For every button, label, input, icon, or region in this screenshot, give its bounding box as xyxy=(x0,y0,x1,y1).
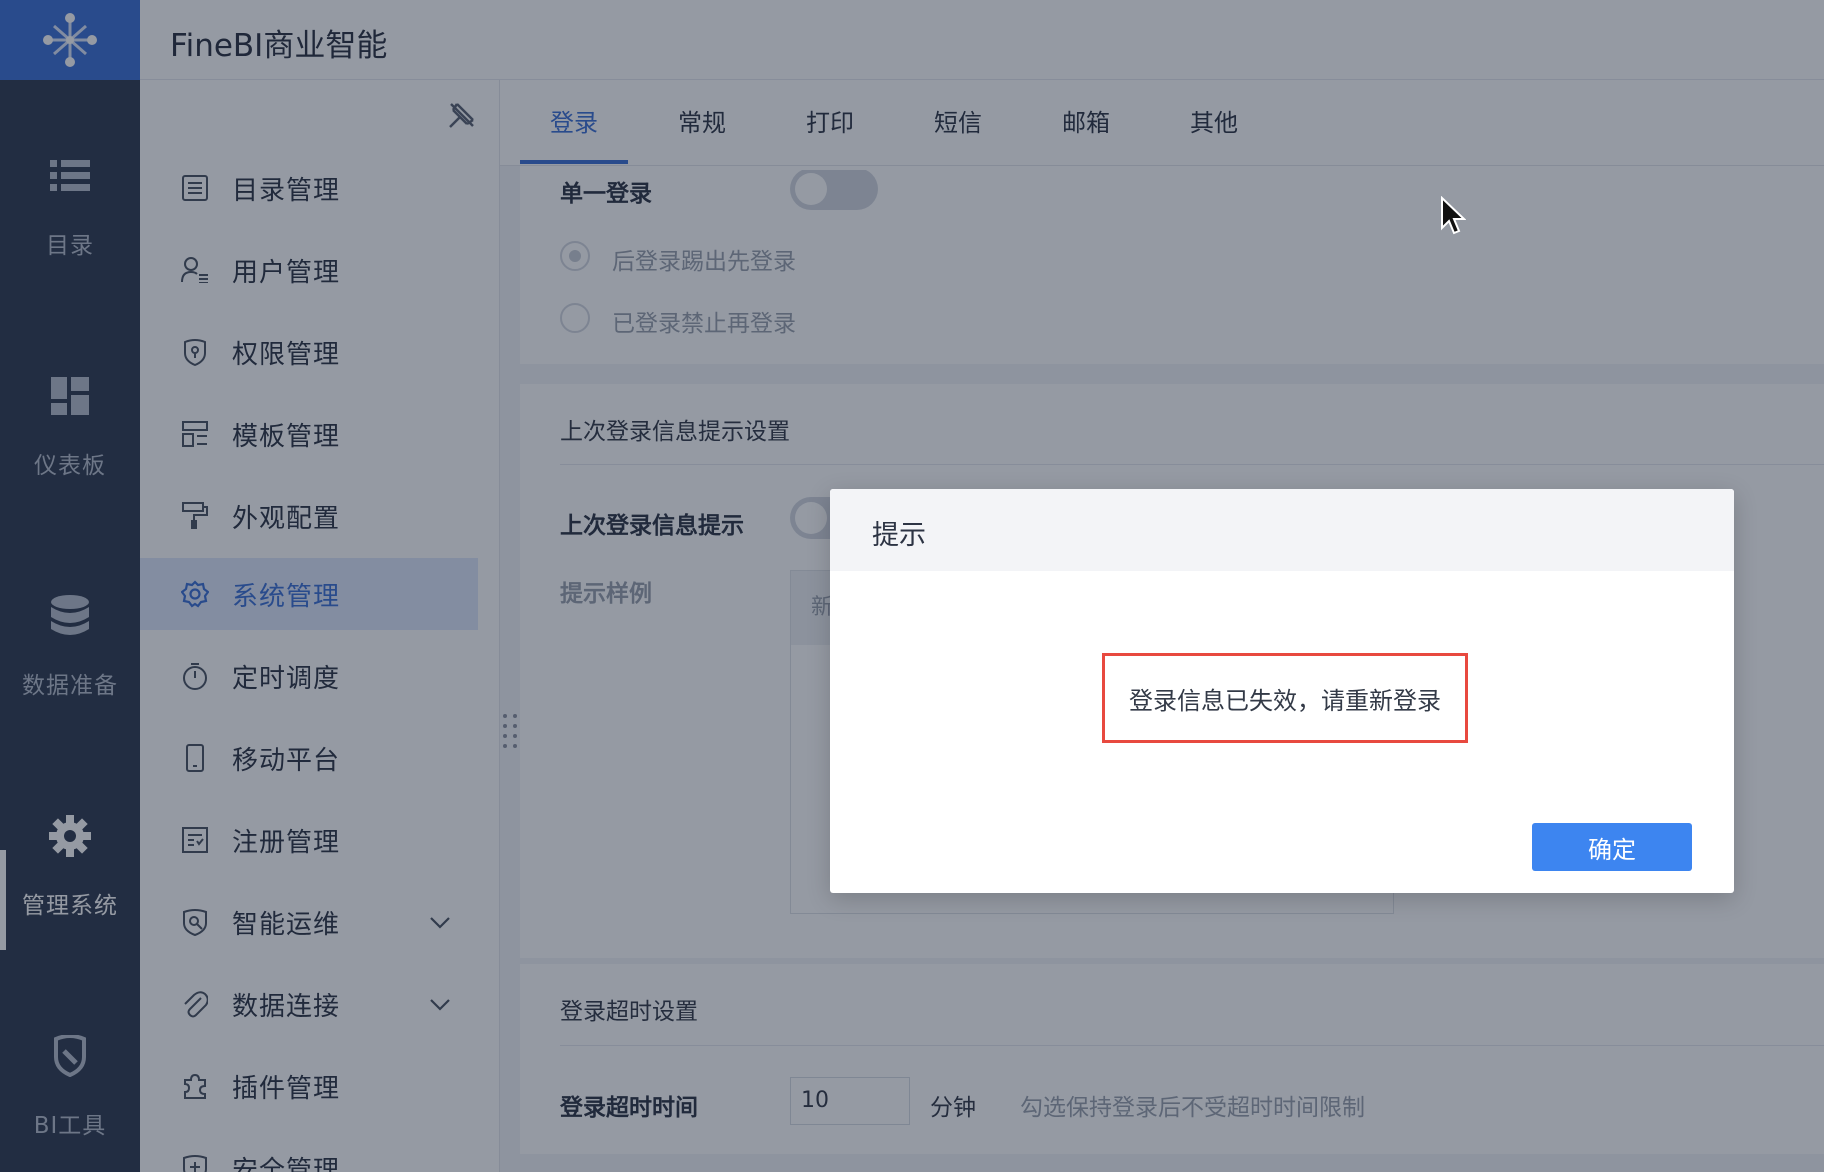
alert-dialog: 提示 登录信息已失效，请重新登录 确定 xyxy=(830,489,1734,893)
dialog-header xyxy=(830,489,1734,571)
dialog-message: 登录信息已失效，请重新登录 xyxy=(1102,653,1468,743)
mouse-cursor-icon xyxy=(1440,195,1467,236)
dialog-title: 提示 xyxy=(872,520,926,551)
confirm-button[interactable]: 确定 xyxy=(1532,823,1692,871)
